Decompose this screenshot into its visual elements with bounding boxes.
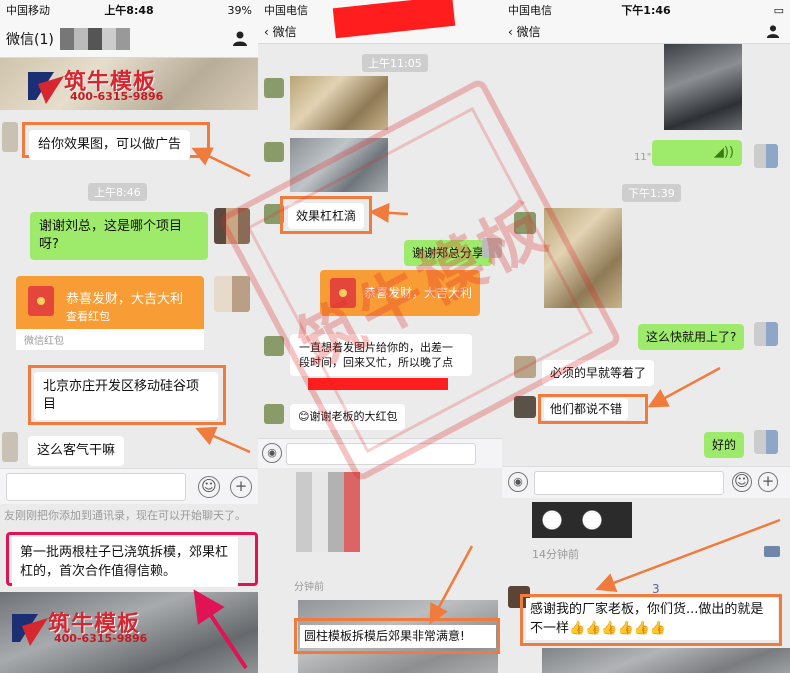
avatar[interactable]	[214, 276, 250, 312]
message-bubble: 这么客气干嘛	[28, 436, 125, 466]
avatar[interactable]	[754, 144, 778, 168]
avatar[interactable]	[2, 432, 18, 462]
redacted-name	[332, 0, 456, 39]
avatar[interactable]	[264, 336, 284, 356]
chat-nav-bar: ‹ 微信	[502, 20, 790, 44]
clock-label: 上午8:48	[104, 4, 154, 17]
voice-icon[interactable]: ◉	[508, 472, 528, 492]
status-bar: 中国移动 上午8:48 39%	[0, 0, 258, 20]
construction-photo[interactable]	[290, 138, 388, 192]
add-icon[interactable]: +	[758, 472, 778, 492]
red-packet-icon	[28, 286, 54, 316]
construction-photo[interactable]	[544, 208, 622, 308]
message-bubble: 一直想着发图片给你的，出差一段时间，回来又忙，所以晚了点	[290, 334, 472, 376]
construction-photo	[542, 648, 790, 673]
system-note: 友刚刚把你添加到通讯录，现在可以开始聊天了。	[4, 509, 246, 522]
logo-phone: 400-6315-9896	[70, 90, 164, 103]
chat-nav-bar: ‹ 微信	[258, 0, 502, 44]
logo-mark-icon	[12, 614, 48, 646]
moments-time: 14分钟前	[532, 548, 579, 561]
right-chat-panel: 中国电信 下午1:46 ▭ ‹ 微信 ◢)) 11" 下午1:39 这么快就用上…	[502, 0, 790, 673]
redacted-text	[308, 378, 448, 390]
message-bubble: 必须的早就等着了	[542, 360, 655, 386]
emoji-icon[interactable]: ☺	[732, 472, 752, 492]
timestamp: 上午8:46	[88, 183, 147, 201]
logo-phone: 400-6315-9896	[54, 632, 148, 645]
brand-logo: 筑牛模板 400-6315-9896	[24, 64, 204, 108]
pixelated-photo	[296, 472, 360, 552]
avatar[interactable]	[2, 122, 18, 152]
avatar[interactable]	[214, 208, 250, 244]
message-input[interactable]	[534, 471, 724, 495]
message-bubble: 给你效果图，可以做广告	[29, 130, 191, 160]
testimonial-text: 感谢我的厂家老板，你们货...做出的就是不一样👍👍👍👍👍👍	[526, 598, 778, 640]
avatar[interactable]	[514, 356, 536, 378]
back-label: 微信	[516, 25, 541, 39]
nav-title[interactable]: 微信(1)	[6, 29, 54, 49]
red-packet-footer: 微信红包	[16, 329, 204, 350]
avatar[interactable]	[264, 78, 284, 98]
avatar[interactable]	[482, 238, 502, 258]
timestamp: 上午11:05	[362, 54, 428, 72]
message-bubble-sent: 谢谢刘总，这是哪个项目呀?	[30, 212, 208, 260]
avatar[interactable]	[514, 212, 536, 234]
voice-icon[interactable]: ◉	[262, 443, 282, 463]
contact-icon[interactable]	[232, 30, 248, 46]
add-icon[interactable]: +	[230, 476, 252, 498]
carrier-label: 中国电信	[508, 4, 552, 17]
message-bubble: 😊谢谢老板的大红包	[290, 404, 406, 430]
red-packet-icon	[330, 278, 356, 308]
message-input[interactable]	[6, 473, 186, 501]
construction-photo[interactable]	[290, 76, 388, 130]
back-label: 微信	[272, 25, 297, 39]
message-bubble-sent: 好的	[704, 432, 745, 458]
status-bar: 中国电信 下午1:46 ▭	[502, 0, 790, 20]
avatar[interactable]	[754, 430, 778, 454]
contact-icon[interactable]	[766, 24, 780, 38]
chat-nav-bar: 微信(1)	[0, 20, 258, 58]
back-button[interactable]: ‹ 微信	[508, 23, 541, 40]
red-packet-sub: 查看红包	[66, 310, 110, 323]
clock-label: 下午1:46	[621, 4, 671, 17]
message-bubble: 效果杠杠滴	[288, 203, 365, 229]
moments-time: 分钟前	[294, 582, 324, 593]
input-bar: ◉ ☺ +	[502, 466, 790, 498]
red-packet[interactable]: 恭喜发财，大吉大利	[320, 270, 480, 316]
emoji-icon[interactable]: ☺	[198, 476, 220, 498]
red-packet-text: 恭喜发财，大吉大利	[364, 286, 473, 300]
message-bubble: 北京亦庄开发区移动硅谷项目	[34, 372, 218, 420]
message-input[interactable]	[286, 443, 476, 465]
message-bubble-sent: 谢谢郑总分享	[404, 240, 493, 266]
message-bubble: 他们都说不错	[544, 398, 629, 420]
pixelated-name	[60, 28, 130, 50]
product-photo	[532, 502, 632, 538]
avatar[interactable]	[754, 322, 778, 346]
caption-text: 圆柱模板拆模后郊果非常满意!	[300, 625, 496, 648]
input-bar: ☺ +	[0, 468, 258, 504]
message-bubble-sent: 这么快就用上了?	[638, 324, 745, 350]
brand-logo: 筑牛模板 400-6315-9896	[8, 606, 208, 650]
logo-mark-icon	[28, 72, 64, 104]
back-button[interactable]: ‹ 微信	[264, 23, 297, 40]
more-icon[interactable]	[764, 546, 780, 557]
voice-length: 11"	[634, 152, 652, 163]
timestamp: 下午1:39	[622, 184, 681, 202]
battery-icon: ▭	[773, 3, 784, 17]
avatar[interactable]	[264, 142, 284, 162]
red-packet-text: 恭喜发财，大吉大利	[66, 292, 184, 307]
left-chat-panel: 中国移动 上午8:48 39% 微信(1) 筑牛模板 400-6315-9896…	[0, 0, 258, 673]
construction-photo[interactable]	[664, 44, 742, 130]
red-packet[interactable]: 恭喜发财，大吉大利 查看红包 微信红包	[16, 276, 204, 350]
callout-text: 第一批两根柱子已浇筑拆模，郊果杠杠的，首次合作值得信赖。	[12, 537, 238, 587]
voice-message[interactable]: ◢))	[652, 140, 742, 166]
battery-label: 39%	[227, 3, 252, 17]
avatar[interactable]	[514, 396, 536, 418]
input-bar: ◉	[258, 438, 502, 468]
avatar[interactable]	[264, 404, 284, 424]
carrier-label: 中国移动	[6, 4, 50, 17]
middle-chat-panel: 中国电信 ‹ 微信 上午11:05 效果杠杠滴 谢谢郑总分享 恭喜发财，大吉大利…	[258, 0, 502, 673]
